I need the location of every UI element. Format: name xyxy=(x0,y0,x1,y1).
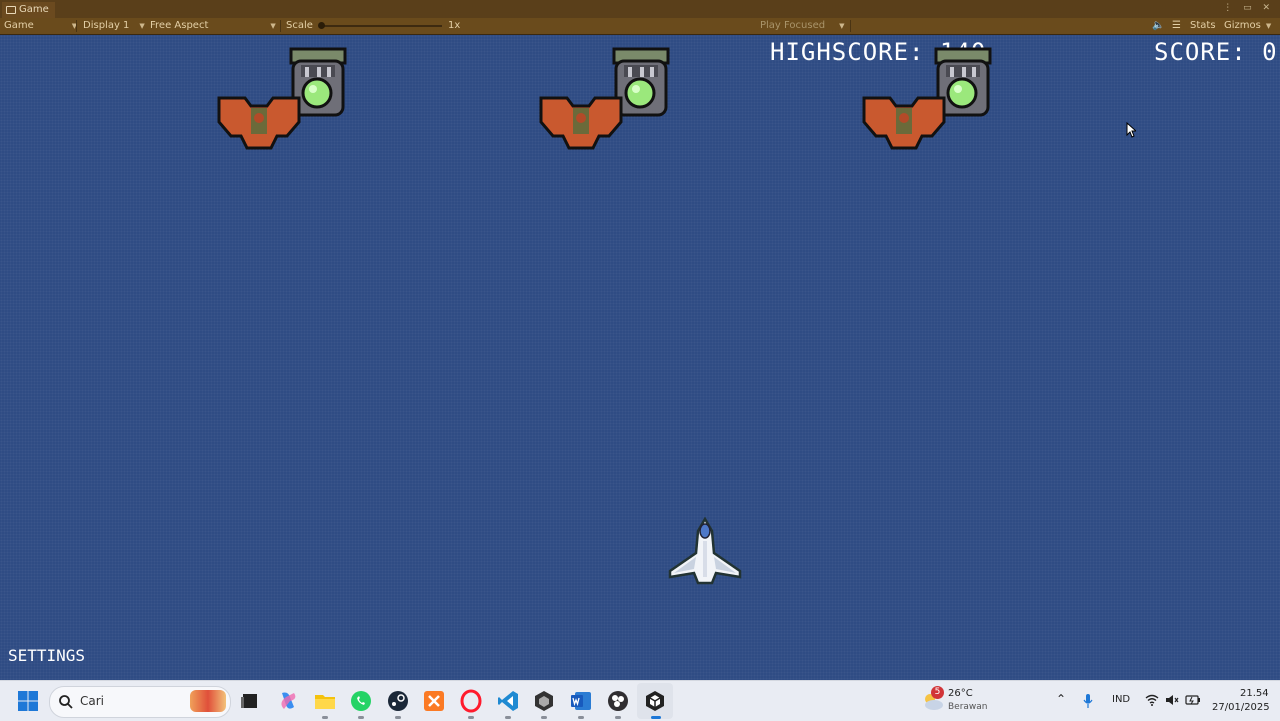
mouse-cursor-icon xyxy=(1126,122,1136,138)
display-dropdown[interactable]: Display 1 ▼ xyxy=(83,18,145,34)
scale-label: Scale xyxy=(286,20,313,31)
game-tab[interactable]: Game xyxy=(2,2,55,18)
scale-slider-handle[interactable] xyxy=(318,22,325,29)
enemy-ship-sprite xyxy=(217,96,301,150)
unity-hub-icon[interactable] xyxy=(532,689,556,713)
highscore-label: HIGHSCORE: xyxy=(770,38,925,66)
stats-button[interactable]: Stats xyxy=(1190,18,1216,34)
search-box[interactable]: Cari xyxy=(49,686,231,718)
vscode-icon[interactable] xyxy=(496,689,520,713)
game-viewport[interactable]: HIGHSCORE: 140 SCORE: 0 xyxy=(0,35,1280,680)
score-display: SCORE: 0 xyxy=(1154,38,1278,66)
obs-icon[interactable] xyxy=(606,689,630,713)
start-icon[interactable] xyxy=(16,689,40,713)
volume-muted-icon[interactable] xyxy=(1165,694,1179,706)
aspect-dropdown[interactable]: Free Aspect ▼ xyxy=(150,18,276,34)
wifi-icon[interactable] xyxy=(1145,694,1159,706)
clock-date: 27/01/2025 xyxy=(1212,702,1270,713)
xampp-icon[interactable] xyxy=(422,689,446,713)
weather-description: Berawan xyxy=(948,702,988,712)
score-label: SCORE: xyxy=(1154,38,1247,66)
stats-icon: ☰ xyxy=(1172,20,1181,31)
steam-icon[interactable] xyxy=(386,689,410,713)
mute-icon[interactable]: 🔈 xyxy=(1152,18,1164,34)
search-placeholder: Cari xyxy=(80,694,104,708)
player-ship-sprite xyxy=(668,517,742,585)
word-icon[interactable] xyxy=(569,689,593,713)
whatsapp-icon[interactable] xyxy=(349,689,373,713)
opera-icon[interactable] xyxy=(459,689,483,713)
game-view-toolbar: Game ▼ Display 1 ▼ Free Aspect ▼ Scale 1x P… xyxy=(0,18,1280,35)
clock-time: 21.54 xyxy=(1240,688,1269,699)
microphone-icon[interactable] xyxy=(1082,693,1094,709)
enemy-ship-sprite xyxy=(539,96,623,150)
language-indicator[interactable]: IND xyxy=(1112,694,1130,705)
score-value: 0 xyxy=(1262,38,1278,66)
search-icon xyxy=(59,695,73,709)
game-tab-label: Game xyxy=(19,4,49,15)
settings-button[interactable]: SETTINGS xyxy=(8,646,85,665)
play-focused-dropdown[interactable]: Play Focused ▼ xyxy=(760,18,844,34)
gizmos-dropdown[interactable]: Gizmos ▼ xyxy=(1224,18,1271,34)
task-view-icon[interactable] xyxy=(238,689,262,713)
widgets-icon[interactable] xyxy=(190,690,226,712)
windows-taskbar: Cari 5 26°C Berawan ⌃ IND 21.54 27/01/20… xyxy=(0,680,1280,721)
editor-tab-bar: Game ⋮ ▭ ✕ xyxy=(0,0,1280,19)
gamepad-icon xyxy=(6,6,16,14)
copilot-icon[interactable] xyxy=(276,689,300,713)
weather-badge: 5 xyxy=(931,686,944,699)
enemy-ship-sprite xyxy=(862,96,946,150)
file-explorer-icon[interactable] xyxy=(313,689,337,713)
scale-slider[interactable] xyxy=(322,25,442,27)
unity-icon[interactable] xyxy=(643,689,667,713)
chevron-up-icon[interactable]: ⌃ xyxy=(1056,692,1066,706)
view-mode-dropdown[interactable]: Game ▼ xyxy=(4,18,77,34)
weather-temp: 26°C xyxy=(948,688,973,699)
battery-icon[interactable] xyxy=(1185,694,1201,706)
window-controls[interactable]: ⋮ ▭ ✕ xyxy=(1223,3,1274,13)
scale-value: 1x xyxy=(448,20,461,31)
